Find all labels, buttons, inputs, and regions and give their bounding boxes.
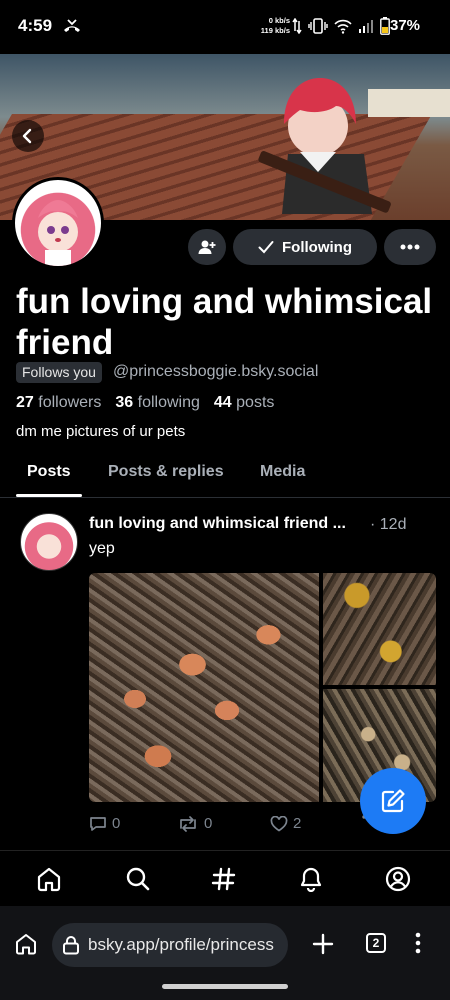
network-speed: 0 kb/s 119 kb/s: [252, 16, 290, 36]
nav-search[interactable]: [123, 864, 153, 894]
nav-profile[interactable]: [383, 864, 413, 894]
following-count: 36: [115, 394, 134, 411]
profile-bio: dm me pictures of ur pets: [16, 423, 186, 440]
checkmark-icon: [258, 241, 274, 254]
search-icon: [126, 867, 150, 891]
post-actions: 0 0 2: [89, 815, 389, 837]
like-count: 2: [293, 815, 302, 832]
net-up: 119 kb/s: [260, 26, 290, 35]
following-button[interactable]: Following: [233, 229, 377, 265]
post-text: yep: [89, 540, 115, 557]
profile-tabs: Posts Posts & replies Media: [0, 452, 450, 498]
more-options-button[interactable]: [384, 229, 436, 265]
wifi-icon: [334, 19, 352, 34]
status-time: 4:59: [18, 16, 53, 35]
gesture-home-indicator[interactable]: [162, 984, 288, 989]
tab-media[interactable]: Media: [260, 463, 305, 481]
repost-count: 0: [204, 815, 213, 832]
posts-label: posts: [236, 394, 275, 411]
status-icons: [292, 14, 390, 38]
tab-posts-and-replies[interactable]: Posts & replies: [108, 463, 224, 481]
nav-notifications[interactable]: [296, 864, 326, 894]
hashtag-icon: [211, 867, 236, 891]
ellipsis-icon: [400, 244, 420, 250]
following-button-label: Following: [282, 238, 352, 256]
post-author-name[interactable]: fun loving and whimsical friend ...: [89, 515, 364, 533]
post-image-top-right[interactable]: [323, 573, 436, 685]
person-add-icon: [198, 240, 216, 254]
url-text: bsky.app/profile/princess: [88, 935, 274, 954]
repost-button[interactable]: 0: [177, 815, 212, 832]
reply-count: 0: [112, 815, 121, 832]
lock-icon: [63, 936, 79, 955]
back-arrow-icon: [22, 128, 32, 144]
tab-posts[interactable]: Posts: [27, 463, 71, 481]
posts-count: 44: [213, 394, 232, 411]
nav-home[interactable]: [34, 864, 64, 894]
repost-icon: [180, 815, 196, 832]
compose-pencil-icon: [381, 789, 405, 813]
net-down: 0 kb/s: [268, 16, 290, 25]
browser-home-icon: [16, 934, 36, 955]
tab-switcher-button[interactable]: 2: [366, 933, 386, 953]
followers-label: followers: [38, 394, 102, 411]
add-user-button[interactable]: [188, 229, 226, 265]
followers-stat[interactable]: 27 followers: [16, 394, 101, 412]
tab-count: 2: [372, 936, 380, 950]
nav-feeds[interactable]: [209, 864, 239, 894]
profile-handle[interactable]: @princessboggie.bsky.social: [113, 363, 318, 381]
post-image-main[interactable]: [89, 573, 319, 802]
address-bar[interactable]: bsky.app/profile/princess: [52, 923, 288, 967]
browser-home-button[interactable]: [14, 932, 38, 961]
profile-stats: 27 followers 36 following 44 posts: [16, 394, 274, 412]
reply-button[interactable]: 0: [89, 815, 120, 832]
post-author-avatar[interactable]: [20, 513, 78, 571]
posts-stat: 44 posts: [214, 394, 275, 412]
new-tab-button[interactable]: [311, 932, 335, 961]
back-button[interactable]: [12, 120, 44, 152]
profile-icon: [385, 866, 411, 892]
avatar-illustration: [24, 194, 92, 266]
bell-icon: [300, 867, 322, 892]
kebab-menu-icon: [415, 932, 421, 954]
battery-icon: [380, 17, 390, 35]
profile-avatar[interactable]: [12, 177, 104, 269]
following-stat[interactable]: 36 following: [115, 394, 200, 412]
browser-menu-button[interactable]: [414, 932, 422, 959]
status-bar: 4:59 0 kb/s 119 kb/s 37%: [0, 0, 450, 54]
signal-icon: [359, 20, 373, 33]
followers-count: 27: [16, 394, 34, 411]
battery-percent: 37%: [390, 17, 421, 34]
plus-icon: [312, 933, 334, 955]
profile-display-name: fun loving and whimsical friend: [16, 282, 433, 362]
follows-you-badge: Follows you: [16, 362, 102, 383]
active-tab-indicator: [16, 494, 82, 497]
home-icon: [37, 867, 61, 892]
vibrate-icon: [308, 18, 328, 34]
missed-call-icon: [64, 19, 80, 32]
following-label: following: [137, 394, 200, 411]
post-timestamp[interactable]: · 12d: [370, 516, 406, 534]
like-button[interactable]: 2: [270, 815, 301, 832]
data-arrows-icon: [292, 18, 302, 34]
browser-toolbar: bsky.app/profile/princess 2: [0, 906, 450, 1000]
bottom-navigation: [0, 850, 450, 906]
heart-icon: [270, 815, 288, 831]
compose-button[interactable]: [360, 768, 426, 834]
reply-icon: [90, 816, 106, 831]
